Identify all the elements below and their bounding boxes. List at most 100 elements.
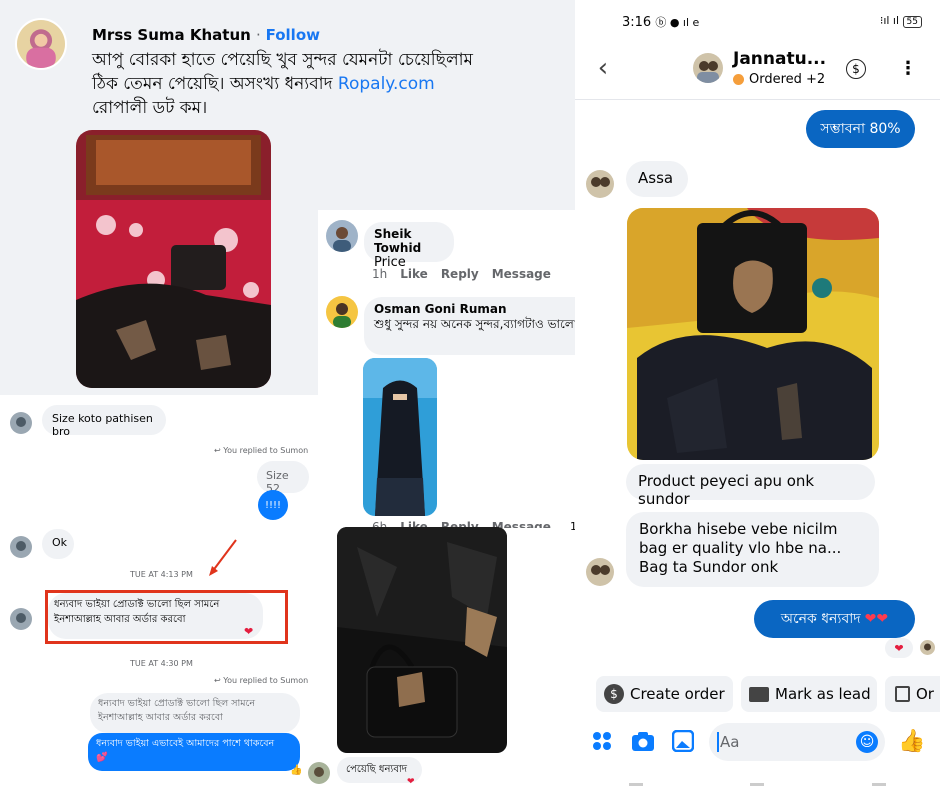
reply-icon: ↩ bbox=[214, 446, 224, 455]
contact-card-icon bbox=[749, 686, 769, 702]
timestamp: TUE AT 4:13 PM bbox=[130, 570, 193, 579]
post-author-name[interactable]: Mrss Suma Khatun bbox=[92, 26, 251, 44]
reply-icon: ↩ bbox=[214, 676, 224, 685]
nav-bar bbox=[575, 778, 940, 788]
camera-icon[interactable] bbox=[631, 730, 655, 752]
dollar-icon[interactable]: $ bbox=[846, 59, 866, 79]
hearts-emoji-icon: ❤❤ bbox=[864, 611, 889, 627]
status-dot-icon bbox=[733, 74, 744, 85]
button-label: Mark as lead bbox=[775, 685, 871, 703]
quoted-message: ধন্যবাদ ভাইয়া প্রোডাক্ট ভালো ছিল সামনে … bbox=[90, 693, 300, 733]
comment-author[interactable]: Osman Goni Ruman bbox=[374, 302, 584, 316]
nav-recents-icon[interactable] bbox=[628, 783, 643, 786]
button-label: Or bbox=[916, 685, 934, 703]
incoming-message: Size koto pathisen bro bbox=[42, 405, 166, 438]
contact-name[interactable]: Jannatu... bbox=[733, 49, 826, 69]
comment-bubble: Sheik Towhid Price bbox=[364, 222, 454, 270]
mark-as-lead-button[interactable]: Mark as lead bbox=[741, 676, 877, 712]
contact-avatar[interactable] bbox=[10, 412, 32, 434]
outgoing-message: !!!! bbox=[258, 490, 288, 520]
dollar-icon: $ bbox=[604, 684, 624, 704]
heart-emoji-icon: 💕 bbox=[96, 752, 108, 763]
incoming-message: Borkha hisebe vebe nicilm bag er quality… bbox=[626, 512, 879, 587]
status-icons: ⓑ ● ıl e bbox=[655, 16, 700, 29]
incoming-message: Ok bbox=[42, 529, 74, 559]
message-text: অনেক ধন্যবাদ bbox=[780, 611, 861, 627]
incoming-message-highlighted: ধন্যবাদ ভাইয়া প্রোডাক্ট ভালো ছিল সামনে … bbox=[48, 593, 263, 639]
outgoing-message: ধন্যবাদ ভাইয়া এভাবেই আমাদের পাশে থাকবেন… bbox=[88, 733, 300, 771]
contact-avatar[interactable] bbox=[586, 558, 614, 586]
create-order-button[interactable]: $ Create order bbox=[596, 676, 733, 712]
message-text: ধন্যবাদ ভাইয়া প্রোডাক্ট ভালো ছিল সামনে … bbox=[54, 599, 220, 625]
text-cursor bbox=[717, 732, 719, 752]
seen-avatar bbox=[920, 640, 935, 655]
heart-reaction-icon[interactable]: ❤ bbox=[407, 777, 415, 787]
incoming-message: Assa bbox=[626, 161, 688, 197]
incoming-message: Product peyeci apu onk sundor bbox=[626, 464, 875, 508]
reply-link[interactable]: Reply bbox=[441, 267, 479, 281]
timestamp-text: TUE AT 4:13 PM bbox=[130, 570, 193, 579]
list-icon bbox=[895, 686, 910, 702]
contact-avatar[interactable] bbox=[10, 536, 32, 558]
contact-avatar[interactable] bbox=[308, 762, 330, 784]
message-text: !!!! bbox=[264, 499, 282, 511]
comment-bubble: Osman Goni Ruman শুধু সুন্দর নয় অনেক সু… bbox=[364, 297, 594, 355]
reply-indicator: ↩ You replied to Sumon bbox=[214, 446, 308, 455]
button-label: Create order bbox=[630, 685, 725, 703]
nav-home-icon[interactable] bbox=[750, 783, 765, 786]
gallery-icon[interactable] bbox=[672, 730, 694, 752]
apps-icon[interactable] bbox=[591, 730, 613, 752]
thumbs-reaction-icon[interactable]: 👍 bbox=[290, 765, 302, 776]
post-text-tail: রোপালী ডট কম। bbox=[92, 98, 208, 118]
more-actions-button[interactable]: Or bbox=[885, 676, 940, 712]
message-text: পেয়েছি ধন্যবাদ bbox=[346, 764, 408, 775]
reply-caption: You replied to Sumon bbox=[223, 676, 309, 685]
message-link[interactable]: Message bbox=[492, 267, 551, 281]
emoji-icon[interactable]: ☺ bbox=[856, 731, 878, 753]
post-link[interactable]: Ropaly.com bbox=[338, 74, 435, 94]
contact-avatar[interactable] bbox=[586, 170, 614, 198]
reply-indicator: ↩ You replied to Sumon bbox=[214, 676, 308, 685]
back-icon[interactable]: ‹ bbox=[592, 53, 614, 83]
message-text: Borkha hisebe vebe nicilm bag er quality… bbox=[639, 520, 842, 576]
post-comment-bubble: Mrss Suma Khatun · Follow আপু বোরকা হাতে… bbox=[78, 16, 494, 126]
comment-photo-borka[interactable] bbox=[363, 358, 437, 516]
message-text: Size koto pathisen bro bbox=[52, 412, 153, 438]
comment-text: শুধু সুন্দর নয় অনেক সুন্দর,ব্যাগটাও ভাল… bbox=[374, 317, 582, 331]
more-options-icon[interactable]: ⋮ bbox=[899, 56, 917, 80]
heart-reaction-icon[interactable]: ❤ bbox=[885, 638, 913, 658]
nav-back-icon[interactable] bbox=[872, 783, 887, 786]
author-avatar[interactable] bbox=[15, 18, 67, 70]
outgoing-message: সম্ভাবনা 80% bbox=[806, 110, 915, 148]
timestamp-text: TUE AT 4:30 PM bbox=[130, 659, 193, 668]
message-text: ধন্যবাদ ভাইয়া প্রোডাক্ট ভালো ছিল সামনে … bbox=[98, 698, 256, 723]
photo-message-borka[interactable] bbox=[627, 208, 879, 460]
post-photo-bed[interactable] bbox=[76, 130, 271, 388]
contact-avatar[interactable] bbox=[693, 53, 723, 83]
message-text: Ok bbox=[52, 536, 68, 549]
like-icon[interactable]: 👍 bbox=[898, 729, 925, 754]
comment-author[interactable]: Sheik Towhid bbox=[374, 227, 444, 255]
battery-icon: 55 bbox=[902, 16, 922, 28]
shared-photo-bag[interactable] bbox=[337, 527, 507, 753]
message-text: ধন্যবাদ ভাইয়া এভাবেই আমাদের পাশে থাকবেন bbox=[96, 738, 275, 749]
follow-link[interactable]: Follow bbox=[266, 26, 320, 44]
status-time: 3:16 bbox=[622, 15, 652, 30]
heart-reaction-icon[interactable]: ❤ bbox=[244, 625, 253, 638]
reply-caption: You replied to Sumon bbox=[223, 446, 309, 455]
commenter-avatar[interactable] bbox=[326, 220, 358, 252]
like-link[interactable]: Like bbox=[400, 267, 428, 281]
contact-avatar[interactable] bbox=[10, 608, 32, 630]
signal-icons: ⁝ıl ıl 55 bbox=[880, 14, 922, 30]
comment-actions: 1h Like Reply Message bbox=[372, 267, 551, 281]
status-bar: 3:16 ⓑ ● ıl e ⁝ıl ıl 55 bbox=[622, 14, 922, 30]
contact-status: Ordered +2 bbox=[733, 72, 825, 87]
outgoing-message: অনেক ধন্যবাদ ❤❤ bbox=[754, 600, 915, 638]
comment-time: 1h bbox=[372, 267, 388, 281]
quoted-message: Size 52 bbox=[257, 461, 309, 495]
message-text: সম্ভাবনা 80% bbox=[820, 121, 901, 137]
timestamp: TUE AT 4:30 PM bbox=[130, 659, 193, 668]
message-text: Assa bbox=[638, 169, 674, 187]
commenter-avatar[interactable] bbox=[326, 296, 358, 328]
status-text: Ordered +2 bbox=[749, 72, 826, 87]
